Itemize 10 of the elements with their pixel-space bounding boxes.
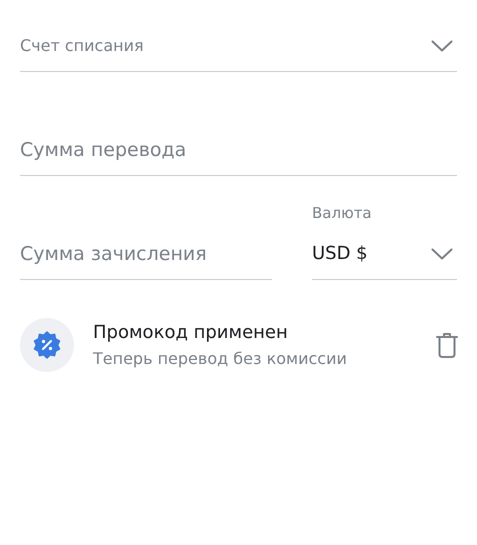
transfer-amount-field[interactable]: Сумма перевода [20,124,457,176]
promo-title: Промокод применен [93,322,289,343]
chevron-down-icon [431,40,453,52]
chevron-down-icon [431,248,453,260]
currency-label: Валюта [312,204,373,222]
account-select[interactable]: Счет списания [20,20,457,72]
credit-amount-field[interactable]: Сумма зачисления [20,228,272,280]
currency-select[interactable]: USD $ [312,228,457,280]
trash-icon[interactable] [435,331,459,359]
promo-subtitle: Теперь перевод без комиссии [93,349,348,368]
